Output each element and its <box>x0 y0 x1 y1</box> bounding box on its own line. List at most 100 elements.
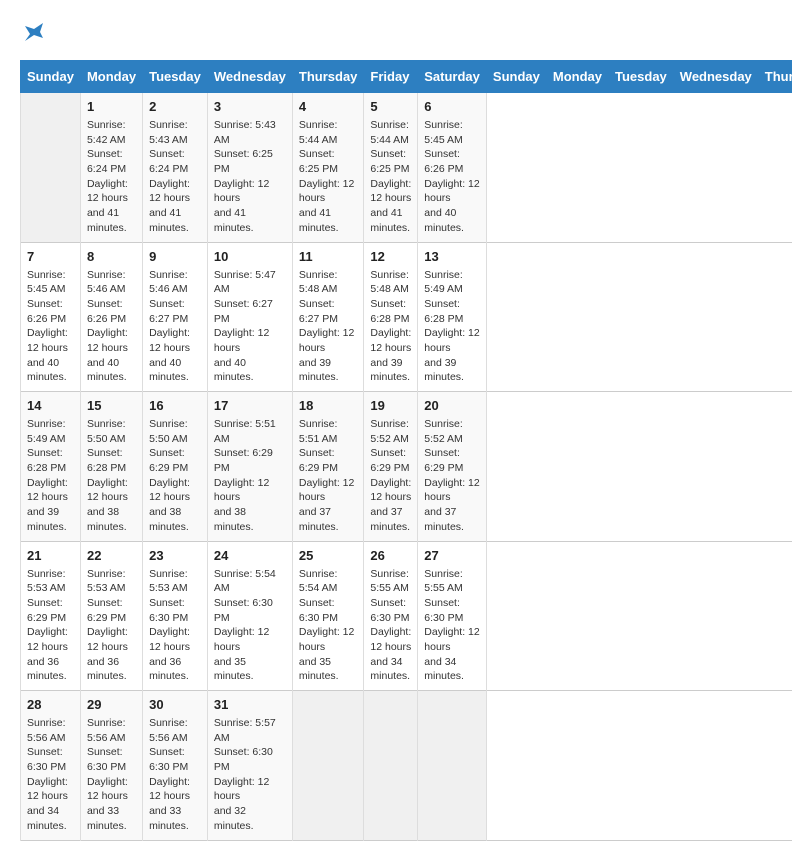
calendar-cell: 20 Sunrise: 5:52 AM Sunset: 6:29 PM Dayli… <box>418 392 487 542</box>
calendar-week-row: 14 Sunrise: 5:49 AM Sunset: 6:28 PM Dayli… <box>21 392 792 542</box>
calendar-cell: 30Sunrise: 5:56 AM Sunset: 6:30 PM Dayli… <box>143 691 208 841</box>
day-info: Sunrise: 5:52 AM Sunset: 6:29 PM Dayligh… <box>424 417 480 535</box>
calendar-cell: 1 Sunrise: 5:42 AM Sunset: 6:24 PM Daylig… <box>80 93 142 243</box>
page-header <box>20 20 772 44</box>
day-info: Sunrise: 5:54 AM Sunset: 6:30 PM Dayligh… <box>299 567 358 685</box>
day-info: Sunrise: 5:52 AM Sunset: 6:29 PM Dayligh… <box>370 417 411 535</box>
day-info: Sunrise: 5:44 AM Sunset: 6:25 PM Dayligh… <box>370 118 411 236</box>
day-number: 4 <box>299 99 358 114</box>
day-number: 2 <box>149 99 201 114</box>
calendar-cell: 21Sunrise: 5:53 AM Sunset: 6:29 PM Dayli… <box>21 541 81 691</box>
day-info: Sunrise: 5:53 AM Sunset: 6:29 PM Dayligh… <box>87 567 136 685</box>
day-number: 9 <box>149 249 201 264</box>
calendar-cell: 25 Sunrise: 5:54 AM Sunset: 6:30 PM Dayli… <box>292 541 364 691</box>
calendar-cell: 9 Sunrise: 5:46 AM Sunset: 6:27 PM Daylig… <box>143 242 208 392</box>
day-info: Sunrise: 5:55 AM Sunset: 6:30 PM Dayligh… <box>370 567 411 685</box>
day-number: 6 <box>424 99 480 114</box>
header-wednesday: Wednesday <box>207 61 292 93</box>
day-number: 25 <box>299 548 358 563</box>
logo-bird-icon <box>22 20 46 44</box>
day-number: 7 <box>27 249 74 264</box>
calendar-week-row: 1 Sunrise: 5:42 AM Sunset: 6:24 PM Daylig… <box>21 93 792 243</box>
header-saturday: Saturday <box>418 61 487 93</box>
day-number: 11 <box>299 249 358 264</box>
day-number: 3 <box>214 99 286 114</box>
day-number: 31 <box>214 697 286 712</box>
day-number: 29 <box>87 697 136 712</box>
day-info: Sunrise: 5:42 AM Sunset: 6:24 PM Dayligh… <box>87 118 136 236</box>
header-sunday: Sunday <box>21 61 81 93</box>
day-number: 27 <box>424 548 480 563</box>
day-number: 18 <box>299 398 358 413</box>
day-info: Sunrise: 5:53 AM Sunset: 6:29 PM Dayligh… <box>27 567 74 685</box>
day-info: Sunrise: 5:46 AM Sunset: 6:27 PM Dayligh… <box>149 268 201 386</box>
calendar-week-row: 28Sunrise: 5:56 AM Sunset: 6:30 PM Dayli… <box>21 691 792 841</box>
day-number: 20 <box>424 398 480 413</box>
header-col-monday: Monday <box>546 61 608 93</box>
calendar-cell: 22 Sunrise: 5:53 AM Sunset: 6:29 PM Dayli… <box>80 541 142 691</box>
calendar-cell: 10 Sunrise: 5:47 AM Sunset: 6:27 PM Dayli… <box>207 242 292 392</box>
header-col-sunday: Sunday <box>486 61 546 93</box>
calendar-week-row: 21Sunrise: 5:53 AM Sunset: 6:29 PM Dayli… <box>21 541 792 691</box>
day-info: Sunrise: 5:48 AM Sunset: 6:27 PM Dayligh… <box>299 268 358 386</box>
day-info: Sunrise: 5:50 AM Sunset: 6:28 PM Dayligh… <box>87 417 136 535</box>
day-number: 14 <box>27 398 74 413</box>
day-number: 13 <box>424 249 480 264</box>
day-info: Sunrise: 5:56 AM Sunset: 6:30 PM Dayligh… <box>87 716 136 834</box>
day-info: Sunrise: 5:53 AM Sunset: 6:30 PM Dayligh… <box>149 567 201 685</box>
calendar-cell: 17Sunrise: 5:51 AM Sunset: 6:29 PM Dayli… <box>207 392 292 542</box>
day-number: 8 <box>87 249 136 264</box>
calendar-cell <box>418 691 487 841</box>
calendar-cell: 8Sunrise: 5:46 AM Sunset: 6:26 PM Daylig… <box>80 242 142 392</box>
day-info: Sunrise: 5:51 AM Sunset: 6:29 PM Dayligh… <box>299 417 358 535</box>
calendar-cell <box>292 691 364 841</box>
calendar-week-row: 7Sunrise: 5:45 AM Sunset: 6:26 PM Daylig… <box>21 242 792 392</box>
logo <box>20 20 46 44</box>
calendar-cell: 6 Sunrise: 5:45 AM Sunset: 6:26 PM Daylig… <box>418 93 487 243</box>
calendar-cell: 27 Sunrise: 5:55 AM Sunset: 6:30 PM Dayli… <box>418 541 487 691</box>
calendar-cell: 15 Sunrise: 5:50 AM Sunset: 6:28 PM Dayli… <box>80 392 142 542</box>
calendar-cell: 26 Sunrise: 5:55 AM Sunset: 6:30 PM Dayli… <box>364 541 418 691</box>
day-number: 15 <box>87 398 136 413</box>
day-info: Sunrise: 5:47 AM Sunset: 6:27 PM Dayligh… <box>214 268 286 386</box>
calendar-cell: 4 Sunrise: 5:44 AM Sunset: 6:25 PM Daylig… <box>292 93 364 243</box>
calendar-cell <box>364 691 418 841</box>
day-number: 22 <box>87 548 136 563</box>
calendar-cell: 7Sunrise: 5:45 AM Sunset: 6:26 PM Daylig… <box>21 242 81 392</box>
header-col-tuesday: Tuesday <box>609 61 674 93</box>
day-info: Sunrise: 5:43 AM Sunset: 6:24 PM Dayligh… <box>149 118 201 236</box>
calendar-cell: 5 Sunrise: 5:44 AM Sunset: 6:25 PM Daylig… <box>364 93 418 243</box>
day-number: 19 <box>370 398 411 413</box>
calendar-cell: 14 Sunrise: 5:49 AM Sunset: 6:28 PM Dayli… <box>21 392 81 542</box>
header-tuesday: Tuesday <box>143 61 208 93</box>
day-number: 23 <box>149 548 201 563</box>
day-number: 5 <box>370 99 411 114</box>
day-info: Sunrise: 5:56 AM Sunset: 6:30 PM Dayligh… <box>149 716 201 834</box>
calendar-cell: 28Sunrise: 5:56 AM Sunset: 6:30 PM Dayli… <box>21 691 81 841</box>
day-number: 26 <box>370 548 411 563</box>
calendar-cell: 24 Sunrise: 5:54 AM Sunset: 6:30 PM Dayli… <box>207 541 292 691</box>
day-number: 1 <box>87 99 136 114</box>
day-info: Sunrise: 5:55 AM Sunset: 6:30 PM Dayligh… <box>424 567 480 685</box>
calendar-cell: 2 Sunrise: 5:43 AM Sunset: 6:24 PM Daylig… <box>143 93 208 243</box>
calendar-cell: 11 Sunrise: 5:48 AM Sunset: 6:27 PM Dayli… <box>292 242 364 392</box>
day-info: Sunrise: 5:44 AM Sunset: 6:25 PM Dayligh… <box>299 118 358 236</box>
header-monday: Monday <box>80 61 142 93</box>
day-number: 12 <box>370 249 411 264</box>
day-info: Sunrise: 5:49 AM Sunset: 6:28 PM Dayligh… <box>27 417 74 535</box>
day-info: Sunrise: 5:48 AM Sunset: 6:28 PM Dayligh… <box>370 268 411 386</box>
calendar-table: SundayMondayTuesdayWednesdayThursdayFrid… <box>20 60 792 841</box>
header-col-thursday: Thursday <box>758 61 792 93</box>
day-info: Sunrise: 5:45 AM Sunset: 6:26 PM Dayligh… <box>424 118 480 236</box>
calendar-cell: 18 Sunrise: 5:51 AM Sunset: 6:29 PM Dayli… <box>292 392 364 542</box>
day-info: Sunrise: 5:49 AM Sunset: 6:28 PM Dayligh… <box>424 268 480 386</box>
calendar-cell: 16Sunrise: 5:50 AM Sunset: 6:29 PM Dayli… <box>143 392 208 542</box>
day-info: Sunrise: 5:56 AM Sunset: 6:30 PM Dayligh… <box>27 716 74 834</box>
day-info: Sunrise: 5:57 AM Sunset: 6:30 PM Dayligh… <box>214 716 286 834</box>
day-number: 24 <box>214 548 286 563</box>
day-info: Sunrise: 5:54 AM Sunset: 6:30 PM Dayligh… <box>214 567 286 685</box>
calendar-cell: 12 Sunrise: 5:48 AM Sunset: 6:28 PM Dayli… <box>364 242 418 392</box>
calendar-cell: 23 Sunrise: 5:53 AM Sunset: 6:30 PM Dayli… <box>143 541 208 691</box>
day-number: 10 <box>214 249 286 264</box>
calendar-cell: 29 Sunrise: 5:56 AM Sunset: 6:30 PM Dayli… <box>80 691 142 841</box>
